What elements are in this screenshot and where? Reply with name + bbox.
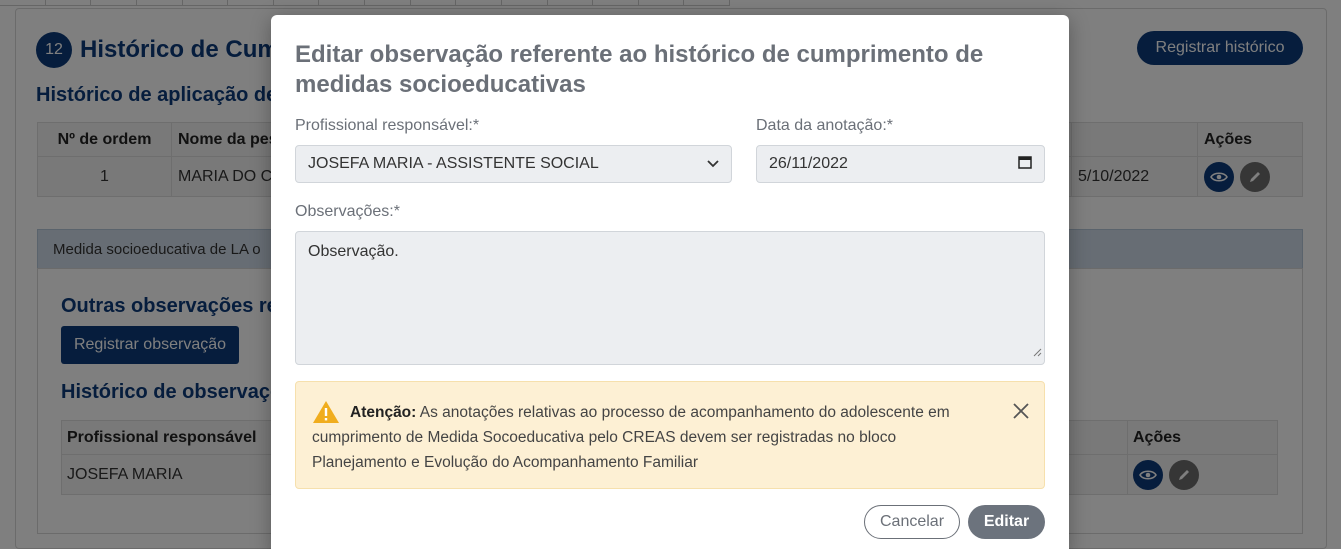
date-input-value: 26/11/2022 xyxy=(769,155,848,172)
date-label: Data da anotação:* xyxy=(756,117,893,134)
observations-text: Observação. xyxy=(308,243,399,260)
alert-strong: Atenção: xyxy=(350,404,417,421)
edit-observation-modal: Editar observação referente ao histórico… xyxy=(271,15,1069,549)
professional-select[interactable]: JOSEFA MARIA - ASSISTENTE SOCIAL xyxy=(295,145,732,183)
alert-text: Atenção: As anotações relativas ao proce… xyxy=(312,400,992,475)
professional-select-value: JOSEFA MARIA - ASSISTENTE SOCIAL xyxy=(308,155,599,172)
professional-label: Profissional responsável:* xyxy=(295,117,480,134)
edit-button[interactable]: Editar xyxy=(968,505,1045,539)
resize-grip-icon[interactable] xyxy=(1033,344,1042,362)
observations-label: Observações:* xyxy=(295,203,400,220)
chevron-down-icon xyxy=(707,155,719,173)
attention-alert: Atenção: As anotações relativas ao proce… xyxy=(295,381,1045,489)
observations-textarea[interactable]: Observação. xyxy=(295,231,1045,365)
modal-title: Editar observação referente ao histórico… xyxy=(295,41,984,98)
calendar-icon[interactable] xyxy=(1018,155,1032,174)
close-icon[interactable] xyxy=(1012,402,1030,420)
cancel-button[interactable]: Cancelar xyxy=(864,505,960,539)
date-input[interactable]: 26/11/2022 xyxy=(756,145,1045,183)
